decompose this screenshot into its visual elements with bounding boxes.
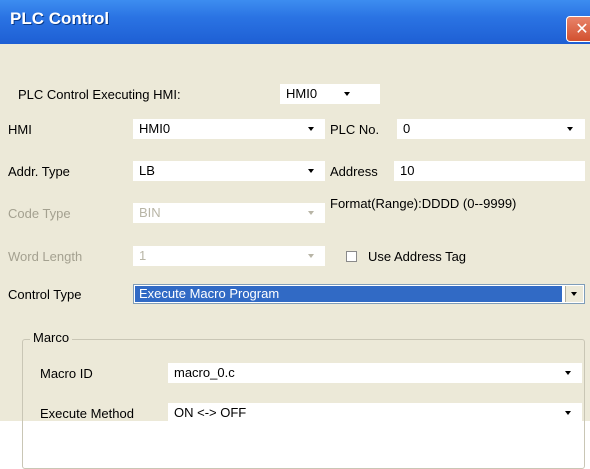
macro-id-select[interactable]: macro_0.c (168, 363, 582, 383)
macro-group-legend: Marco (30, 330, 73, 345)
hmi-value: HMI0 (139, 121, 171, 136)
chevron-down-icon (571, 292, 577, 296)
use-address-tag-checkbox[interactable] (346, 251, 357, 262)
code-type-select[interactable]: BIN (133, 203, 325, 223)
chevron-down-icon (344, 92, 350, 96)
title-bar[interactable]: PLC Control ✕ (0, 0, 590, 44)
hmi-label: HMI (8, 122, 32, 137)
control-type-label: Control Type (8, 287, 82, 302)
addr-type-select[interactable]: LB (133, 161, 325, 181)
address-input[interactable]: 10 (394, 161, 585, 181)
executing-hmi-value: HMI0 (286, 86, 318, 101)
chevron-down-icon (308, 254, 314, 258)
plc-control-dialog: PLC Control ✕ PLC Control Executing HMI:… (0, 0, 590, 469)
execute-method-value: ON <-> OFF (174, 405, 247, 420)
macro-id-value: macro_0.c (174, 365, 235, 380)
chevron-down-icon (308, 211, 314, 215)
addr-type-label: Addr. Type (8, 164, 70, 179)
chevron-down-icon (565, 411, 571, 415)
format-range-hint: Format(Range):DDDD (0--9999) (330, 196, 517, 211)
chevron-down-icon (567, 127, 573, 131)
code-type-value: BIN (139, 205, 161, 220)
addr-type-value: LB (139, 163, 155, 178)
dialog-body: PLC Control Executing HMI: HMI0 HMI HMI0… (0, 44, 590, 469)
control-type-value: Execute Macro Program (135, 286, 562, 302)
close-icon: ✕ (575, 21, 589, 38)
dialog-title: PLC Control (10, 9, 110, 28)
executing-hmi-select[interactable]: HMI0 (280, 84, 380, 104)
word-length-value: 1 (139, 248, 147, 263)
word-length-select[interactable]: 1 (133, 246, 325, 266)
plc-no-select[interactable]: 0 (397, 119, 585, 139)
close-button[interactable]: ✕ (566, 16, 590, 42)
word-length-label: Word Length (8, 249, 83, 264)
control-type-dropdown-button[interactable] (565, 286, 583, 302)
plc-no-value: 0 (403, 121, 411, 136)
use-address-tag-label[interactable]: Use Address Tag (368, 249, 466, 264)
chevron-down-icon (565, 371, 571, 375)
address-label: Address (330, 164, 378, 179)
control-type-select[interactable]: Execute Macro Program (133, 284, 585, 304)
code-type-label: Code Type (8, 206, 71, 221)
executing-hmi-label: PLC Control Executing HMI: (18, 87, 181, 102)
chevron-down-icon (308, 169, 314, 173)
macro-id-label: Macro ID (40, 366, 93, 381)
execute-method-label: Execute Method (40, 406, 134, 421)
plc-no-label: PLC No. (330, 122, 380, 137)
chevron-down-icon (308, 127, 314, 131)
execute-method-select[interactable]: ON <-> OFF (168, 403, 582, 423)
hmi-select[interactable]: HMI0 (133, 119, 325, 139)
